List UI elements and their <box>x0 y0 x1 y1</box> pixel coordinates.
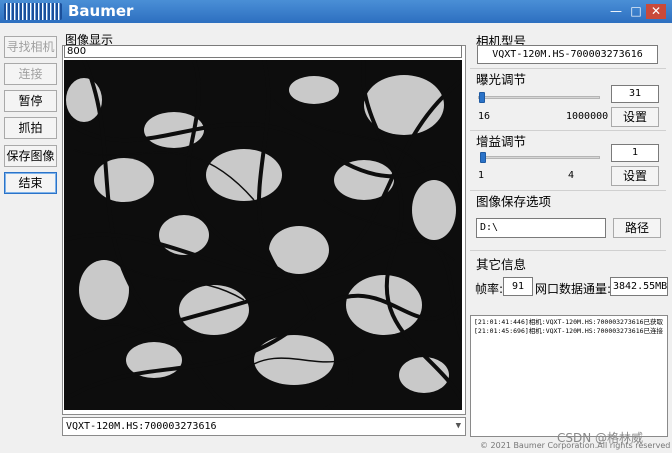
end-button[interactable]: 结束 <box>4 172 57 194</box>
exposure-set-button[interactable]: 设置 <box>611 107 659 127</box>
save-image-button[interactable]: 保存图像 <box>4 145 57 167</box>
close-button[interactable]: ✕ <box>646 4 666 19</box>
camera-select[interactable]: VQXT-120M.HS:700003273616 ▼ <box>62 417 466 436</box>
window-title: Baumer <box>68 2 134 20</box>
maximize-button[interactable]: □ <box>628 4 644 19</box>
camera-model-field: VQXT-120M.HS-700003273616 <box>477 45 658 64</box>
find-camera-button[interactable]: 寻找相机 <box>4 36 57 58</box>
gain-label: 增益调节 <box>476 134 527 149</box>
log-textarea[interactable]: [21:01:41:446]相机:VQXT-120M.HS:7000032736… <box>470 315 668 437</box>
save-path-field[interactable]: D:\ <box>476 218 606 238</box>
exposure-max-label: 1000000 <box>566 111 609 122</box>
exposure-label: 曝光调节 <box>476 72 527 87</box>
log-line: [21:01:45:696]相机:VQXT-120M.HS:7000032736… <box>474 327 664 335</box>
fps-label: 帧率: <box>475 282 504 296</box>
save-options-label: 图像保存选项 <box>476 194 552 209</box>
pause-button[interactable]: 暂停 <box>4 90 57 112</box>
camera-image <box>64 60 462 410</box>
bandwidth-value-field: 3842.55MBi <box>610 277 668 296</box>
watermark: CSDN @格林威 <box>557 431 644 445</box>
log-line: [21:01:41:446]相机:VQXT-120M.HS:7000032736… <box>474 318 664 326</box>
gain-set-button[interactable]: 设置 <box>611 166 659 186</box>
exposure-slider-track[interactable] <box>478 96 600 99</box>
gain-max-label: 4 <box>568 170 575 181</box>
browse-path-button[interactable]: 路径 <box>613 218 661 238</box>
exposure-value-field[interactable]: 31 <box>611 85 659 103</box>
exposure-min-label: 16 <box>478 111 491 122</box>
gain-value-field[interactable]: 1 <box>611 144 659 162</box>
image-size-field[interactable]: 800 <box>64 45 462 58</box>
minimize-button[interactable]: — <box>608 4 624 19</box>
gain-slider-thumb[interactable] <box>480 152 486 163</box>
divider <box>470 250 666 251</box>
exposure-slider-thumb[interactable] <box>479 92 485 103</box>
bandwidth-label: 网口数据通量: <box>535 282 612 296</box>
camera-select-value: VQXT-120M.HS:700003273616 <box>66 421 217 432</box>
other-info-label: 其它信息 <box>476 257 527 272</box>
snapshot-button[interactable]: 抓拍 <box>4 117 57 139</box>
connect-button[interactable]: 连接 <box>4 63 57 85</box>
fps-value-field: 91 <box>503 277 533 296</box>
baumer-logo-icon <box>4 3 62 20</box>
gain-min-label: 1 <box>478 170 485 181</box>
chevron-down-icon: ▼ <box>455 421 461 431</box>
gain-slider-track[interactable] <box>480 156 600 159</box>
camera-image-texture <box>64 60 462 410</box>
